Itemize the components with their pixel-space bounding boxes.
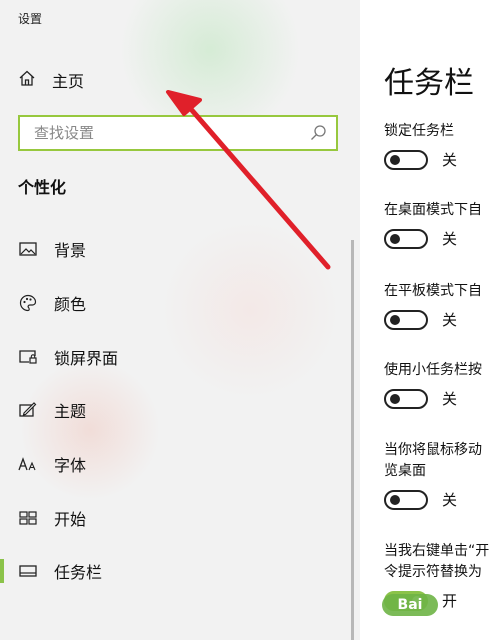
- search-input[interactable]: [32, 118, 308, 148]
- setting-auto-hide-tablet: 在平板模式下自 关: [384, 281, 500, 330]
- home-nav-item[interactable]: 主页: [18, 68, 84, 92]
- toggle-state: 关: [442, 491, 458, 509]
- sidebar-item-background[interactable]: 背景: [0, 231, 350, 267]
- sidebar-item-fonts[interactable]: 字体: [0, 446, 350, 482]
- sidebar-item-label: 开始: [54, 510, 87, 529]
- sidebar-item-start[interactable]: 开始: [0, 500, 350, 536]
- setting-small-buttons: 使用小任务栏按 关: [384, 360, 500, 409]
- setting-lock-taskbar: 锁定任务栏 关: [384, 121, 500, 170]
- toggle-state: 开: [442, 592, 458, 610]
- sidebar-item-lock-screen[interactable]: 锁屏界面: [0, 339, 350, 375]
- toggle-knob: [390, 393, 400, 404]
- page-title: 任务栏: [384, 66, 474, 101]
- picture-icon: [18, 239, 38, 259]
- sidebar-item-label: 颜色: [54, 295, 87, 314]
- sidebar-item-colors[interactable]: 颜色: [0, 285, 350, 321]
- toggle-switch[interactable]: [384, 309, 428, 330]
- sidebar: 设置 主页 个性化 背景 颜色 锁屏界面 主题: [0, 0, 360, 640]
- setting-label: 令提示符替换为: [384, 564, 482, 580]
- setting-label: 当我右键单击“开: [384, 543, 490, 559]
- toggle-knob: [390, 233, 400, 244]
- section-title: 个性化: [18, 178, 67, 197]
- setting-label: 锁定任务栏: [384, 123, 454, 139]
- search-icon[interactable]: [308, 123, 328, 143]
- search-box[interactable]: [18, 115, 338, 151]
- watermark-logo: Bai: [382, 594, 438, 616]
- setting-label: 在平板模式下自: [384, 283, 482, 299]
- sidebar-item-label: 字体: [54, 456, 87, 475]
- main-panel: 任务栏 锁定任务栏 关 在桌面模式下自 关 在平板模式下自 关 使用小任务栏按 …: [360, 0, 500, 640]
- palette-icon: [18, 293, 38, 313]
- toggle-knob: [390, 154, 400, 165]
- toggle-knob: [390, 494, 400, 505]
- home-label: 主页: [52, 72, 85, 91]
- setting-auto-hide-desktop: 在桌面模式下自 关: [384, 200, 500, 249]
- font-icon: [18, 454, 38, 474]
- toggle-state: 关: [442, 151, 458, 169]
- lock-screen-icon: [18, 347, 38, 367]
- toggle-switch[interactable]: [384, 228, 428, 249]
- home-icon: [18, 69, 36, 91]
- toggle-knob: [390, 314, 400, 325]
- sidebar-item-label: 主题: [54, 402, 87, 421]
- sidebar-item-label: 锁屏界面: [54, 349, 119, 368]
- theme-brush-icon: [18, 400, 38, 420]
- app-title: 设置: [18, 12, 43, 26]
- taskbar-icon: [18, 561, 38, 581]
- setting-label: 当你将鼠标移动: [384, 442, 482, 458]
- toggle-state: 关: [442, 390, 458, 408]
- sidebar-item-taskbar[interactable]: 任务栏: [0, 553, 350, 589]
- setting-peek-desktop: 当你将鼠标移动 览桌面 关: [384, 440, 500, 510]
- toggle-switch[interactable]: [384, 149, 428, 170]
- setting-label: 使用小任务栏按: [384, 362, 482, 378]
- sidebar-scrollbar[interactable]: [351, 240, 354, 640]
- toggle-state: 关: [442, 230, 458, 248]
- start-grid-icon: [18, 508, 38, 528]
- setting-label: 在桌面模式下自: [384, 202, 482, 218]
- toggle-switch[interactable]: [384, 489, 428, 510]
- sidebar-item-label: 任务栏: [54, 563, 103, 582]
- sidebar-item-themes[interactable]: 主题: [0, 392, 350, 428]
- toggle-switch[interactable]: [384, 388, 428, 409]
- setting-label: 览桌面: [384, 463, 426, 479]
- sidebar-item-label: 背景: [54, 241, 87, 260]
- toggle-state: 关: [442, 311, 458, 329]
